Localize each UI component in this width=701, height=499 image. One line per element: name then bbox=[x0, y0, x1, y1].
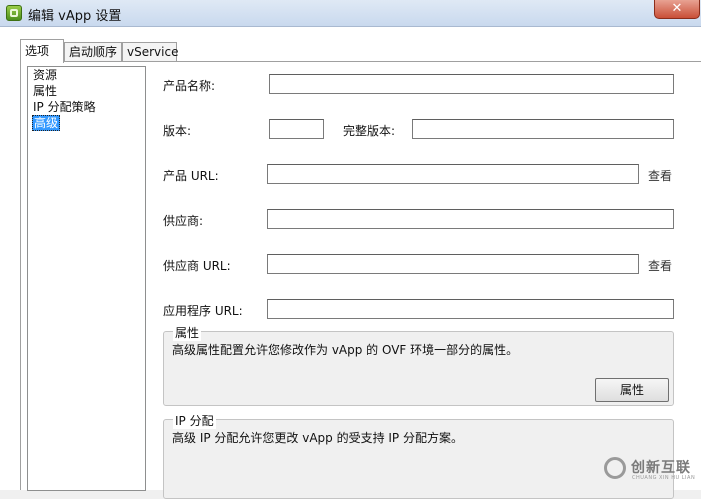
tab-vservice[interactable]: vService bbox=[122, 42, 178, 61]
nav-item-label: 高级 bbox=[32, 115, 61, 131]
ip-allocation-group-description: 高级 IP 分配允许您更改 vApp 的受支持 IP 分配方案。 bbox=[172, 431, 463, 445]
window-title: 编辑 vApp 设置 bbox=[28, 9, 122, 24]
close-button[interactable]: ✕ bbox=[654, 0, 700, 19]
watermark: 创新互联 CHUANG XIN HU LIAN bbox=[604, 453, 701, 485]
nav-item-properties[interactable]: 属性 bbox=[28, 83, 145, 99]
nav-item-ip-allocation-policy[interactable]: IP 分配策略 bbox=[28, 99, 145, 115]
vendor-url-view-button[interactable]: 查看 bbox=[648, 257, 672, 274]
nav-item-label: IP 分配策略 bbox=[33, 100, 96, 114]
ip-allocation-group-title: IP 分配 bbox=[173, 412, 216, 429]
properties-group-title: 属性 bbox=[173, 324, 202, 341]
full-version-input[interactable] bbox=[412, 119, 674, 139]
full-version-label: 完整版本: bbox=[343, 124, 396, 138]
title-bar: 编辑 vApp 设置 ✕ bbox=[0, 0, 701, 27]
version-label: 版本: bbox=[163, 124, 192, 138]
tab-options[interactable]: 选项 bbox=[20, 39, 64, 63]
app-url-label: 应用程序 URL: bbox=[163, 304, 243, 318]
nav-item-label: 属性 bbox=[33, 84, 58, 98]
tab-startup-order[interactable]: 启动顺序 bbox=[64, 42, 122, 61]
watermark-logo-icon bbox=[604, 457, 626, 479]
vapp-icon bbox=[6, 5, 22, 21]
watermark-subtext: CHUANG XIN HU LIAN bbox=[632, 475, 696, 481]
nav-item-label: 资源 bbox=[33, 68, 58, 82]
product-name-input[interactable] bbox=[269, 74, 674, 94]
watermark-text: 创新互联 bbox=[631, 460, 691, 476]
options-panel: 资源 属性 IP 分配策略 高级 产品名称: 版本: 完整版本: 产品 URL:… bbox=[20, 61, 701, 499]
properties-group-description: 高级属性配置允许您修改作为 vApp 的 OVF 环境一部分的属性。 bbox=[172, 343, 519, 357]
product-url-input[interactable] bbox=[267, 164, 639, 184]
ip-allocation-groupbox: IP 分配 高级 IP 分配允许您更改 vApp 的受支持 IP 分配方案。 bbox=[163, 412, 674, 499]
dialog-body: 选项 启动顺序 vService 资源 属性 IP 分配策略 高级 产品名称: … bbox=[0, 27, 701, 499]
product-url-view-button[interactable]: 查看 bbox=[648, 167, 672, 184]
app-url-input[interactable] bbox=[267, 299, 674, 319]
properties-button[interactable]: 属性 bbox=[595, 378, 669, 402]
nav-item-advanced[interactable]: 高级 bbox=[28, 115, 145, 131]
properties-groupbox: 属性 高级属性配置允许您修改作为 vApp 的 OVF 环境一部分的属性。 属性 bbox=[163, 324, 674, 406]
version-input[interactable] bbox=[269, 119, 324, 139]
nav-item-resources[interactable]: 资源 bbox=[28, 67, 145, 83]
vendor-url-input[interactable] bbox=[267, 254, 639, 274]
options-nav-list: 资源 属性 IP 分配策略 高级 bbox=[27, 66, 146, 491]
vendor-label: 供应商: bbox=[163, 214, 204, 228]
product-url-label: 产品 URL: bbox=[163, 169, 219, 183]
vendor-input[interactable] bbox=[267, 209, 674, 229]
product-name-label: 产品名称: bbox=[163, 79, 216, 93]
vendor-url-label: 供应商 URL: bbox=[163, 259, 231, 273]
